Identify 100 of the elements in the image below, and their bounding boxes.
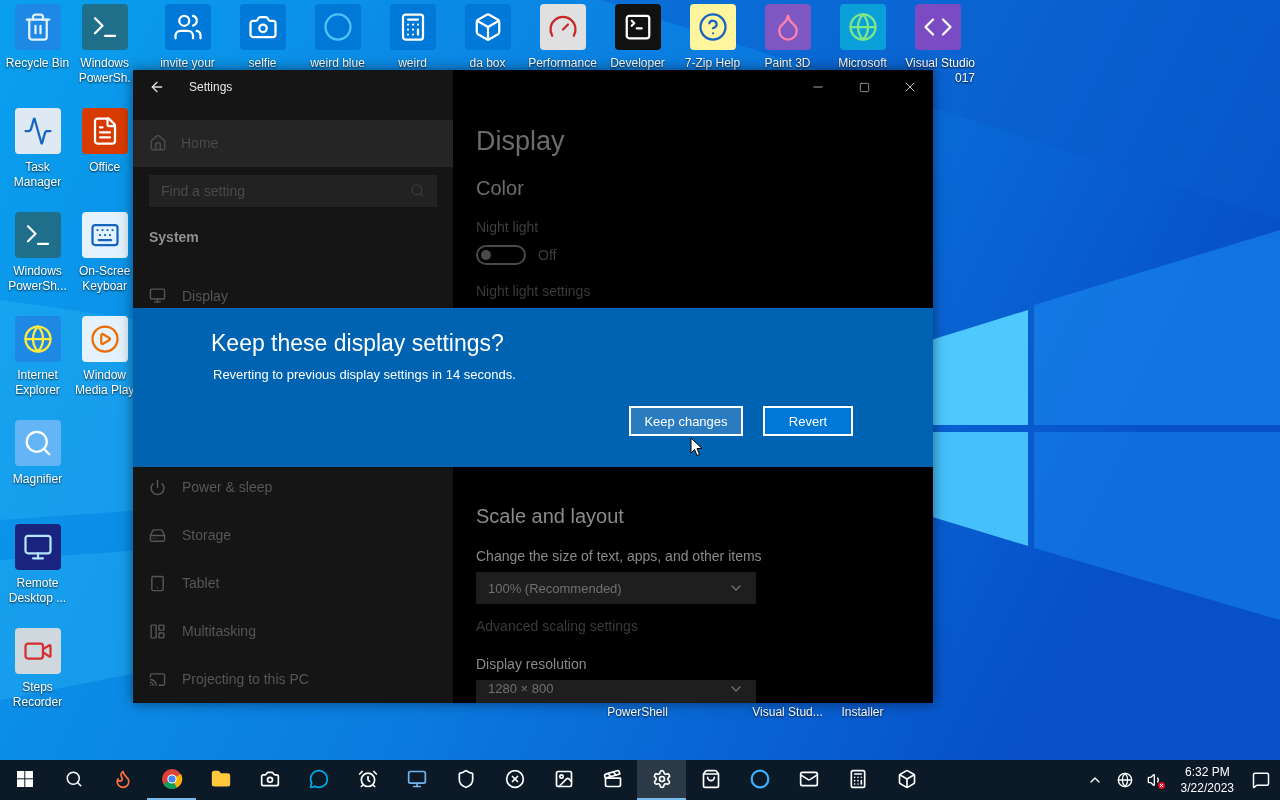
cube-icon: [896, 769, 917, 789]
tablet-icon: [149, 574, 166, 592]
icon-label: Recorder: [12, 695, 63, 710]
icon-label: weird: [398, 56, 427, 71]
section-heading: System: [149, 228, 200, 245]
calculator-icon[interactable]: [389, 4, 436, 50]
icon-label: selfie: [248, 56, 277, 71]
clapperboard-icon: [602, 769, 623, 789]
chrome-icon: [160, 768, 183, 790]
icon-label: Keyboar: [82, 279, 128, 294]
icon-label: Performance: [528, 56, 597, 71]
multitasking-icon: [149, 622, 166, 640]
clock-time[interactable]: 6:32 PM: [1184, 764, 1230, 780]
icon-label: PowerSh...: [8, 279, 67, 294]
chat-icon: [308, 769, 329, 789]
icon-label: Manager: [13, 175, 62, 190]
dialog-button[interactable]: Revert: [763, 406, 853, 436]
dialog-message: Reverting to previous display settings in 14 seconds.: [213, 367, 517, 382]
icon-label: da box: [469, 56, 506, 71]
icon-label: Remote: [16, 576, 59, 591]
settings-link[interactable]: Advanced scaling settings: [476, 618, 638, 634]
cube-icon[interactable]: [464, 4, 511, 50]
code-icon[interactable]: [914, 4, 961, 50]
document-icon[interactable]: [81, 108, 128, 154]
alarm-clock-icon: [357, 769, 378, 789]
icon-label: Office: [89, 160, 121, 175]
setting-label: Display resolution: [476, 656, 587, 672]
icon-label: Internet: [17, 368, 58, 383]
icon-label: Window: [83, 368, 127, 383]
section-heading: Scale and layout: [476, 505, 624, 528]
dialog-title: Keep these display settings?: [211, 330, 505, 357]
dialog-button[interactable]: Keep changes: [629, 406, 743, 436]
storage-icon: [149, 526, 166, 544]
search-icon: [64, 770, 83, 788]
nav-item[interactable]: Tablet: [133, 559, 453, 608]
icon-label: Media Play: [75, 383, 135, 398]
nav-item[interactable]: Storage: [133, 511, 453, 560]
icon-label: Developer: [610, 56, 665, 71]
monitor-icon[interactable]: [14, 524, 61, 570]
icon-label: Magnifier: [12, 472, 63, 487]
people-icon[interactable]: [164, 4, 211, 50]
mouse-cursor-icon: [690, 437, 704, 457]
play-icon[interactable]: [81, 316, 128, 362]
folder-icon: [210, 769, 231, 789]
camera-icon: [259, 769, 280, 789]
nav-item[interactable]: Projecting to this PC: [133, 655, 453, 703]
icon-label: Steps: [22, 680, 53, 695]
magnifier-icon[interactable]: [14, 420, 61, 466]
icon-label: On-Scree: [79, 264, 131, 279]
icon-label: 7-Zip Help: [684, 56, 741, 71]
clock-date[interactable]: 3/22/2023: [1180, 780, 1234, 796]
icon-label: Windows: [80, 56, 130, 71]
globe-icon[interactable]: [14, 316, 61, 362]
terminal-icon[interactable]: [81, 4, 128, 50]
mail-icon: [798, 769, 819, 789]
gauge-icon[interactable]: [539, 4, 586, 50]
console-icon[interactable]: [614, 4, 661, 50]
taskbar-button[interactable]: [637, 760, 686, 800]
power-icon: [149, 478, 166, 496]
page-title: Display: [476, 126, 565, 157]
monitor-icon: [149, 287, 166, 305]
icon-label: Microsoft: [838, 56, 887, 71]
projector-icon: [149, 670, 166, 688]
setting-label: Night light: [476, 219, 539, 235]
icon-label: PowerSh.: [78, 71, 131, 86]
globe-icon: [1116, 772, 1133, 788]
nav-item[interactable]: Multitasking: [133, 607, 453, 656]
icon-label: Explorer: [15, 383, 60, 398]
scale-dropdown[interactable]: 100% (Recommended): [476, 572, 756, 604]
icon-label: 017: [954, 71, 975, 86]
resolution-dropdown[interactable]: 1280 × 800: [476, 680, 756, 703]
icon-label: weird blue: [310, 56, 365, 71]
icon-label: Visual Stud...: [752, 705, 823, 720]
muted-icon: [1157, 782, 1165, 789]
search-icon: [410, 182, 425, 198]
browser-icon[interactable]: [839, 4, 886, 50]
icon-label: invite your: [160, 56, 215, 71]
monitor-chart-icon[interactable]: [14, 108, 61, 154]
toggle-switch[interactable]: [476, 245, 526, 265]
store-bag-icon: [700, 769, 721, 789]
nav-item[interactable]: Power & sleep: [133, 463, 453, 512]
settings-link[interactable]: Night light settings: [476, 283, 591, 299]
windows-logo-icon: [16, 771, 33, 787]
recorder-icon[interactable]: [14, 628, 61, 674]
camera-icon[interactable]: [239, 4, 286, 50]
icon-label: Windows: [13, 264, 62, 279]
keyboard-icon[interactable]: [81, 212, 128, 258]
ring-icon: [749, 769, 770, 789]
monitor-icon: [406, 769, 427, 789]
setting-label: Change the size of text, apps, and other items: [476, 548, 762, 564]
help-icon[interactable]: [689, 4, 736, 50]
icon-label: Visual Studio: [905, 56, 975, 71]
home-icon: [149, 134, 167, 153]
recycle-bin-icon[interactable]: [14, 4, 61, 50]
notification-icon: [1252, 771, 1270, 789]
photo-icon: [553, 769, 574, 789]
terminal-icon[interactable]: [14, 212, 61, 258]
icon-label: Recycle Bin: [5, 56, 70, 71]
maximize-icon: [858, 81, 870, 93]
settings-icon: [651, 769, 672, 789]
